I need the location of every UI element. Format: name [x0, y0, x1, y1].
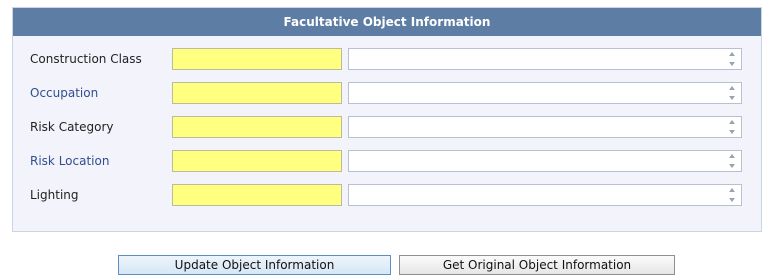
field-row-risk-location: Risk Location	[13, 150, 761, 172]
occupation-link[interactable]: Occupation	[30, 82, 98, 104]
lighting-select[interactable]	[348, 184, 742, 206]
construction-class-label: Construction Class	[30, 52, 142, 66]
field-row-risk-category: Risk Category	[13, 116, 761, 138]
lighting-code-input[interactable]	[172, 184, 342, 206]
construction-class-code-input[interactable]	[172, 48, 342, 70]
risk-category-label: Risk Category	[30, 120, 114, 134]
spinner-icon[interactable]	[726, 120, 738, 134]
risk-category-select[interactable]	[348, 116, 742, 138]
occupation-code-input[interactable]	[172, 82, 342, 104]
construction-class-select[interactable]	[348, 48, 742, 70]
occupation-select[interactable]	[348, 82, 742, 104]
panel-title: Facultative Object Information	[13, 8, 761, 36]
lighting-label: Lighting	[30, 188, 79, 202]
spinner-icon[interactable]	[726, 86, 738, 100]
field-row-construction-class: Construction Class	[13, 48, 761, 70]
risk-category-code-input[interactable]	[172, 116, 342, 138]
facultative-object-panel: Facultative Object Information Construct…	[12, 7, 762, 232]
spinner-icon[interactable]	[726, 188, 738, 202]
spinner-icon[interactable]	[726, 154, 738, 168]
field-row-lighting: Lighting	[13, 184, 761, 206]
risk-location-select[interactable]	[348, 150, 742, 172]
get-original-object-information-button[interactable]: Get Original Object Information	[399, 255, 675, 275]
spinner-icon[interactable]	[726, 52, 738, 66]
update-object-information-button[interactable]: Update Object Information	[118, 255, 391, 275]
field-row-occupation: Occupation	[13, 82, 761, 104]
risk-location-link[interactable]: Risk Location	[30, 150, 109, 172]
risk-location-code-input[interactable]	[172, 150, 342, 172]
